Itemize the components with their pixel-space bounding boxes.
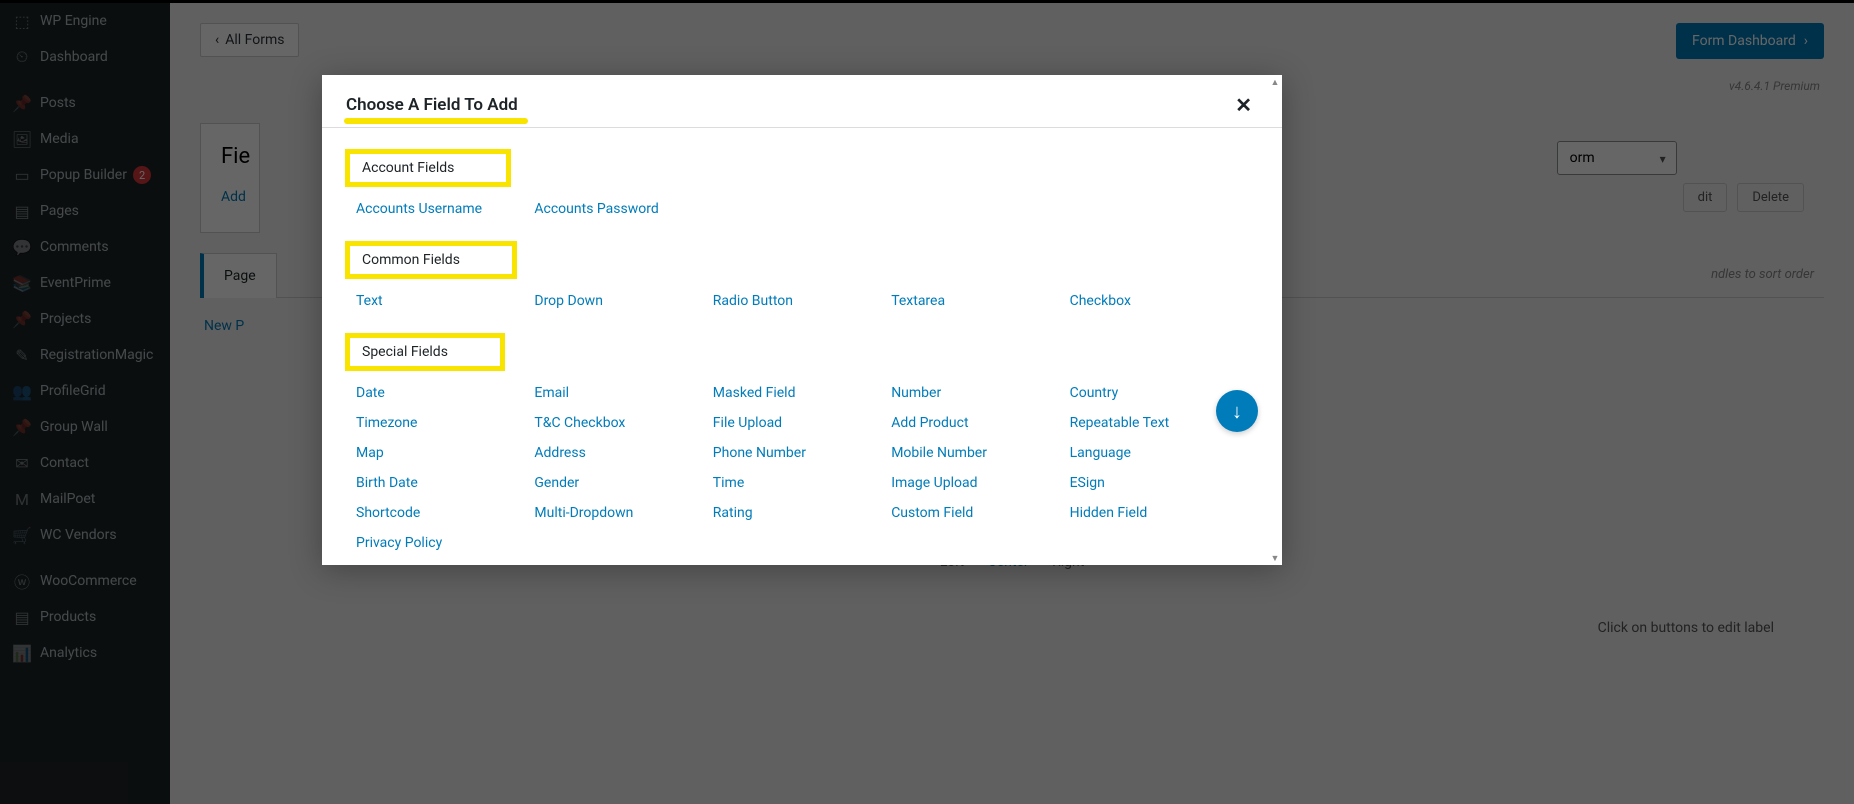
section-heading: Common Fields [350,246,512,274]
scroll-up-icon[interactable]: ▲ [1268,75,1282,89]
field-option-time[interactable]: Time [713,468,891,498]
field-option-accounts-username[interactable]: Accounts Username [356,194,534,224]
field-option-t-c-checkbox[interactable]: T&C Checkbox [534,408,712,438]
field-option-hidden-field[interactable]: Hidden Field [1070,498,1248,528]
field-option-shortcode[interactable]: Shortcode [356,498,534,528]
section-heading: Special Fields [350,338,500,366]
scroll-down-fab[interactable]: ↓ [1216,390,1258,432]
field-option-accounts-password[interactable]: Accounts Password [534,194,712,224]
modal-body: Account Fields Accounts UsernameAccounts … [322,128,1282,565]
field-option-gender[interactable]: Gender [534,468,712,498]
field-option-number[interactable]: Number [891,378,1069,408]
field-grid: TextDrop DownRadio ButtonTextareaCheckbo… [356,286,1248,316]
field-option-radio-button[interactable]: Radio Button [713,286,891,316]
field-grid: Accounts UsernameAccounts Password [356,194,1248,224]
field-option-email[interactable]: Email [534,378,712,408]
field-option-textarea[interactable]: Textarea [891,286,1069,316]
modal-title: Choose A Field To Add [346,95,518,115]
field-option-checkbox[interactable]: Checkbox [1070,286,1248,316]
field-option-language[interactable]: Language [1070,438,1248,468]
field-option-timezone[interactable]: Timezone [356,408,534,438]
field-option-rating[interactable]: Rating [713,498,891,528]
field-option-date[interactable]: Date [356,378,534,408]
field-option-file-upload[interactable]: File Upload [713,408,891,438]
field-option-esign[interactable]: ESign [1070,468,1248,498]
field-option-birth-date[interactable]: Birth Date [356,468,534,498]
choose-field-modal: ▲ Choose A Field To Add ✕ Account Fields… [322,75,1282,565]
field-option-masked-field[interactable]: Masked Field [713,378,891,408]
field-option-map[interactable]: Map [356,438,534,468]
field-option-multi-dropdown[interactable]: Multi-Dropdown [534,498,712,528]
section-heading: Account Fields [350,154,506,182]
close-icon[interactable]: ✕ [1229,93,1258,117]
field-section: Common FieldsTextDrop DownRadio ButtonTe… [356,242,1248,316]
arrow-down-icon: ↓ [1232,399,1242,424]
modal-header: Choose A Field To Add ✕ [322,75,1282,128]
field-section: Account FieldsAccounts UsernameAccounts … [356,150,1248,224]
field-option-add-product[interactable]: Add Product [891,408,1069,438]
field-option-drop-down[interactable]: Drop Down [534,286,712,316]
field-option-image-upload[interactable]: Image Upload [891,468,1069,498]
highlight-underline [344,118,528,124]
field-section: Special FieldsDateEmailMasked FieldNumbe… [356,334,1248,558]
field-option-mobile-number[interactable]: Mobile Number [891,438,1069,468]
field-grid: DateEmailMasked FieldNumberCountryTimezo… [356,378,1248,558]
field-option-privacy-policy[interactable]: Privacy Policy [356,528,534,558]
field-option-text[interactable]: Text [356,286,534,316]
field-option-address[interactable]: Address [534,438,712,468]
field-option-custom-field[interactable]: Custom Field [891,498,1069,528]
field-option-phone-number[interactable]: Phone Number [713,438,891,468]
scroll-down-icon[interactable]: ▼ [1268,551,1282,565]
